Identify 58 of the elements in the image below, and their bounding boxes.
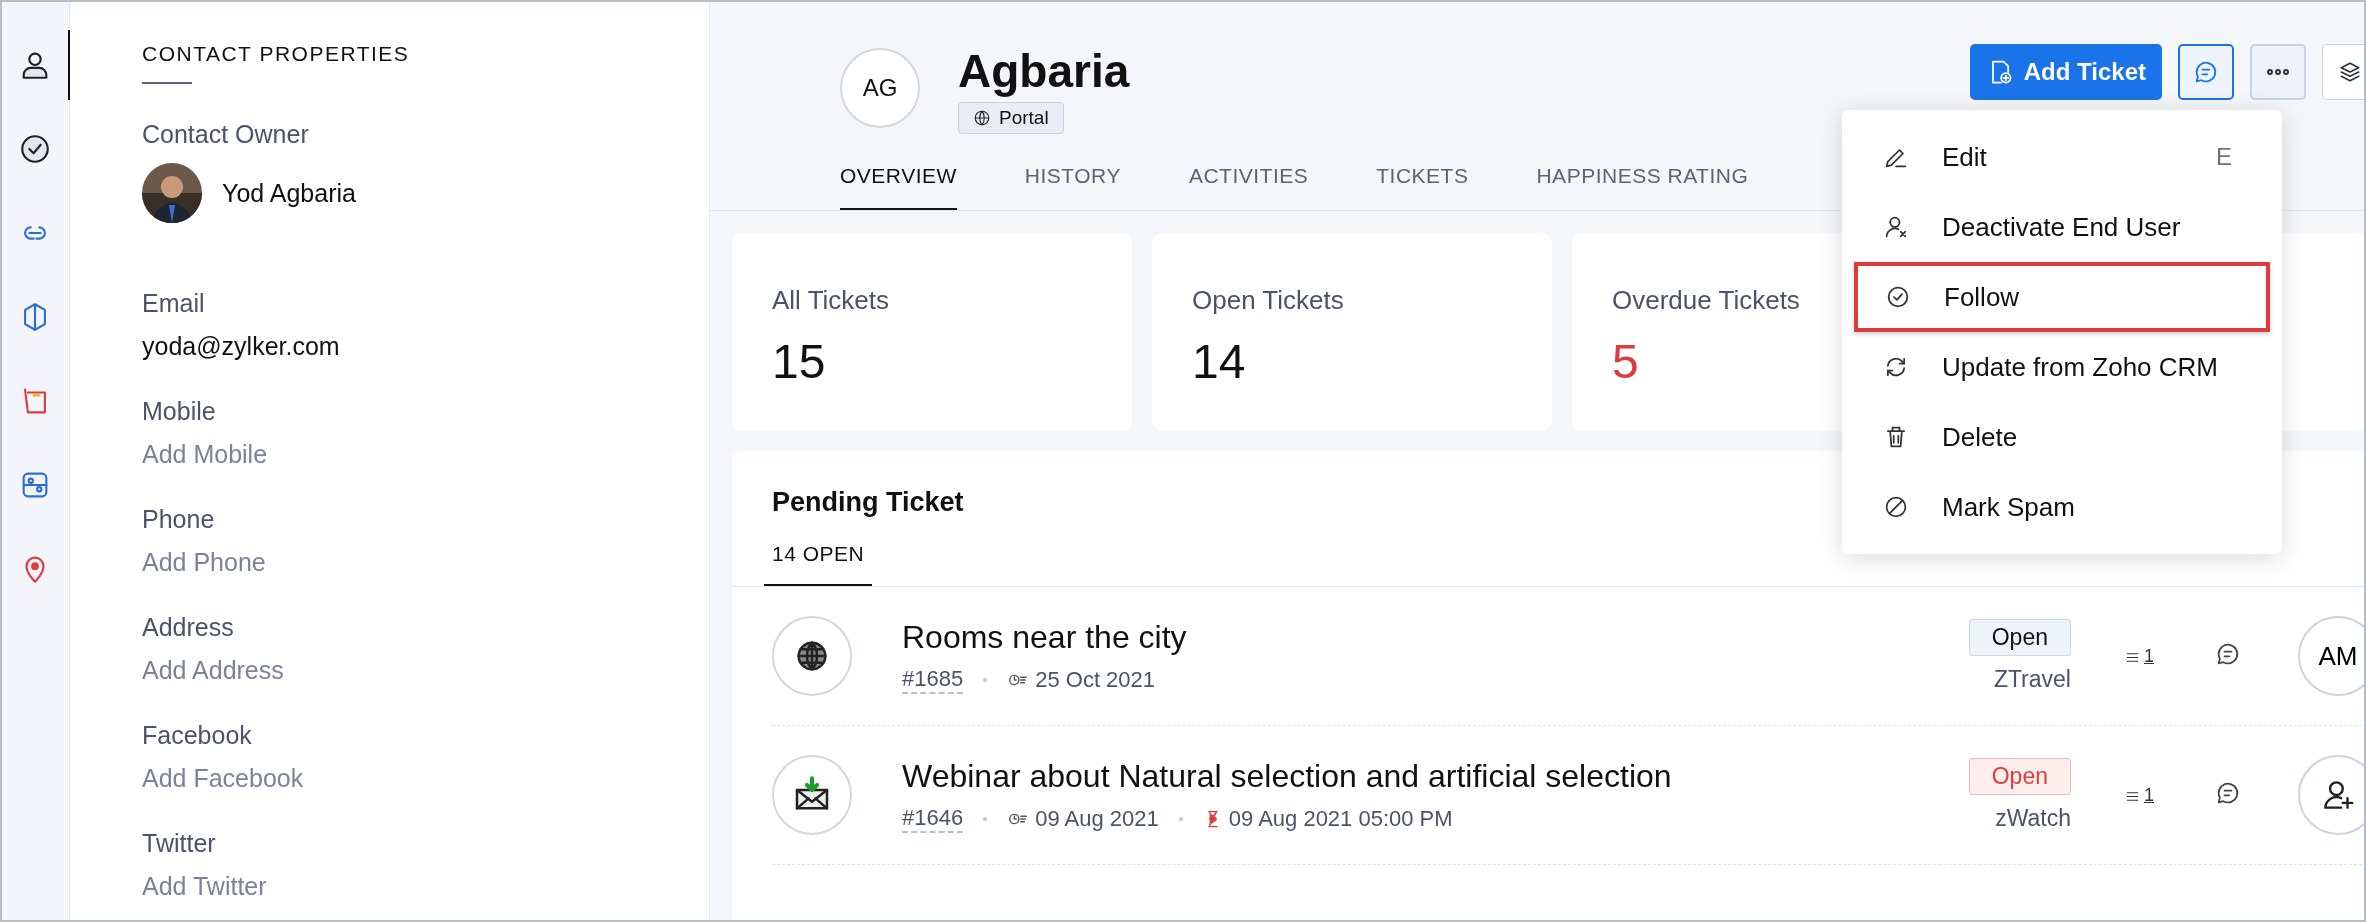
stat-label: All Tickets (772, 285, 890, 316)
panel-title: Pending Ticket (772, 487, 964, 518)
ticket-number[interactable]: #1685 (902, 665, 964, 694)
status-badge: Open (1968, 758, 2071, 795)
tab[interactable]: HAPPINESS RATING (1536, 156, 1749, 210)
menu-item[interactable]: Follow (1854, 262, 2270, 332)
layers-button[interactable] (2322, 44, 2364, 100)
field-label: Facebook (142, 721, 252, 750)
stat-value: 14 (1192, 334, 1246, 389)
globe-icon (973, 109, 991, 127)
chat-button[interactable] (2178, 44, 2234, 100)
menu-item[interactable]: Delete (1854, 402, 2270, 472)
created-date: 25 Oct 2021 (1035, 666, 1156, 693)
add-field-link[interactable]: Add Facebook (142, 764, 304, 793)
tab[interactable]: HISTORY (1024, 156, 1121, 210)
thread-count[interactable]: 1 (2125, 784, 2154, 806)
department-name: ZTravel (1993, 666, 2071, 693)
owner-name: Yod Agbaria (222, 178, 356, 208)
add-field-link[interactable]: Add Mobile (142, 440, 268, 469)
contact-avatar: AG (840, 48, 920, 128)
stat-value: 15 (772, 334, 826, 389)
field-label: Email (142, 289, 205, 318)
portal-badge: Portal (958, 102, 1064, 134)
created-date: 09 Aug 2021 (1035, 805, 1159, 832)
assign-button[interactable] (2298, 755, 2364, 835)
add-ticket-button[interactable]: Add Ticket (1969, 44, 2162, 100)
stat-label: Open Tickets (1192, 285, 1344, 316)
ticket-title[interactable]: Webinar about Natural selection and artificial selection (902, 757, 1672, 795)
assignee-avatar[interactable]: AM (2298, 616, 2364, 696)
add-field-link[interactable]: Add Address (142, 656, 284, 685)
menu-item[interactable]: Edit E (1854, 122, 2270, 192)
field-label: Phone (142, 505, 215, 534)
field-label: Address (142, 613, 234, 642)
menu-item[interactable]: Mark Spam (1854, 472, 2270, 542)
tab[interactable]: 14 OPEN (764, 542, 873, 586)
add-field-link[interactable]: Add Phone (142, 548, 266, 577)
ticket-title[interactable]: Rooms near the city (902, 618, 1187, 656)
menu-item[interactable]: Update from Zoho CRM (1854, 332, 2270, 402)
contact-name: Agbaria (958, 44, 1130, 98)
due-date: 09 Aug 2021 05:00 PM (1228, 805, 1453, 832)
ellipsis-icon (2267, 69, 2289, 75)
tab[interactable]: TICKETS (1376, 156, 1469, 210)
add-field-link[interactable]: Add Twitter (142, 872, 267, 901)
stat-label: Overdue Tickets (1612, 285, 1800, 316)
tab[interactable]: OVERVIEW (840, 156, 957, 210)
field-label: Contact Owner (142, 120, 310, 149)
status-badge: Open (1968, 619, 2071, 656)
field-label: Mobile (142, 397, 216, 426)
department-name: zWatch (1995, 805, 2071, 832)
stat-value: 5 (1612, 334, 1639, 389)
menu-item[interactable]: Deactivate End User (1854, 192, 2270, 262)
ticket-number[interactable]: #1646 (902, 804, 964, 833)
field-value: yoda@zylker.com (142, 332, 340, 361)
more-button[interactable] (2250, 44, 2306, 100)
field-label: Twitter (142, 829, 216, 858)
tab[interactable]: ACTIVITIES (1188, 156, 1309, 210)
thread-count[interactable]: 1 (2125, 645, 2154, 667)
section-title: CONTACT PROPERTIES (142, 42, 410, 66)
